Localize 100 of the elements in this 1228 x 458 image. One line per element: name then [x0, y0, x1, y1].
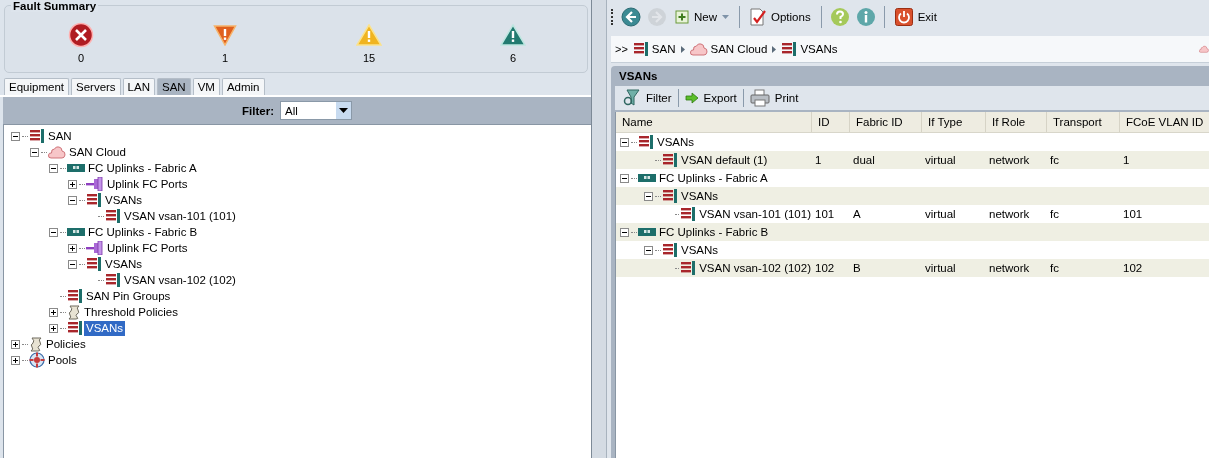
tree-item[interactable]: SAN Pin Groups: [84, 288, 173, 304]
caret-icon: [680, 45, 685, 53]
column-header[interactable]: ID: [811, 112, 849, 132]
fault-count: 0: [77, 52, 85, 64]
scroll-icon: [29, 336, 43, 352]
major-fault-icon[interactable]: [213, 22, 237, 48]
tree-item[interactable]: SAN Cloud: [67, 144, 128, 160]
expand-toggle[interactable]: [11, 355, 20, 365]
table-cell-text: network: [988, 154, 1031, 166]
arrow-right-icon: [684, 92, 699, 104]
card-icon: [638, 173, 656, 183]
breadcrumb-link[interactable]: SAN: [632, 42, 676, 56]
column-header[interactable]: Transport: [1046, 112, 1119, 132]
table-cell-text: VSANs: [680, 190, 719, 202]
tree-item[interactable]: Pools: [46, 352, 79, 368]
column-header[interactable]: Fabric ID: [849, 112, 921, 132]
table-cell-text: VSAN default (1): [680, 154, 768, 166]
bars-icon: [67, 321, 83, 335]
table-cell-text: 102: [814, 262, 836, 274]
collapse-toggle[interactable]: [644, 191, 653, 201]
table-cell-text: B: [852, 262, 862, 274]
bars-icon: [781, 42, 798, 56]
table-cell-text: 1: [1122, 154, 1131, 166]
expand-toggle[interactable]: [49, 323, 58, 333]
tab[interactable]: Servers: [71, 78, 121, 95]
table-cell-text: FC Uplinks - Fabric B: [658, 226, 769, 238]
scroll-icon: [67, 304, 81, 320]
bars-icon: [680, 207, 697, 221]
info-icon[interactable]: [855, 7, 876, 27]
tab[interactable]: SAN: [157, 78, 191, 95]
tree-item[interactable]: Threshold Policies: [82, 304, 180, 320]
collapse-toggle[interactable]: [68, 195, 77, 205]
column-header[interactable]: Name: [616, 112, 811, 132]
collapse-toggle[interactable]: [620, 173, 629, 183]
column-header[interactable]: If Role: [985, 112, 1046, 132]
breadcrumb-prefix[interactable]: >>: [615, 43, 628, 55]
tab[interactable]: Equipment: [4, 78, 69, 95]
printer-icon: [749, 89, 770, 107]
card-icon: [67, 227, 85, 237]
collapse-toggle[interactable]: [68, 259, 77, 269]
collapse-toggle[interactable]: [620, 227, 629, 237]
collapse-toggle[interactable]: [11, 131, 20, 141]
tree-item[interactable]: VSANs: [103, 192, 145, 208]
collapse-toggle[interactable]: [644, 245, 653, 255]
tree-item[interactable]: Policies: [44, 336, 88, 352]
column-header[interactable]: If Type: [921, 112, 985, 132]
tree-item[interactable]: Uplink FC Ports: [105, 240, 190, 256]
bars-icon: [680, 261, 697, 275]
table-cell-text: fc: [1049, 208, 1060, 220]
toolbar-button[interactable]: Exit: [892, 8, 939, 26]
panel-title: Fault Summary: [11, 0, 99, 12]
tree-item[interactable]: VSAN vsan-101 (101): [122, 208, 238, 224]
action-button[interactable]: Print: [747, 89, 801, 107]
toolbar-grip[interactable]: [611, 9, 615, 25]
warning-fault-icon[interactable]: [500, 22, 526, 48]
table-cell-text: virtual: [924, 208, 957, 220]
caret-icon: [722, 15, 729, 19]
expand-toggle[interactable]: [11, 339, 20, 349]
bars-icon: [29, 129, 45, 143]
table-cell-text: virtual: [924, 262, 957, 274]
bars-icon: [662, 153, 678, 167]
bars-icon: [67, 289, 83, 303]
breadcrumb-link[interactable]: VSANs: [781, 42, 838, 56]
table-cell-text: 102: [1122, 262, 1144, 274]
collapse-toggle[interactable]: [49, 227, 58, 237]
collapse-toggle[interactable]: [620, 137, 629, 147]
table-cell-text: 101: [1122, 208, 1144, 220]
tree-item[interactable]: VSANs: [84, 320, 126, 336]
tab[interactable]: Admin: [221, 78, 265, 95]
expand-toggle[interactable]: [49, 307, 58, 317]
bars-icon: [662, 243, 678, 257]
critical-fault-icon[interactable]: [68, 22, 94, 48]
tree-item[interactable]: FC Uplinks - Fabric B: [86, 224, 200, 240]
plug-icon: [86, 241, 104, 255]
tree-item[interactable]: VSAN vsan-102 (102): [122, 272, 238, 288]
card-icon: [67, 163, 85, 173]
collapse-toggle[interactable]: [49, 163, 58, 173]
collapse-toggle[interactable]: [30, 147, 39, 157]
expand-toggle[interactable]: [68, 179, 77, 189]
table-cell-text: network: [988, 208, 1031, 220]
tab[interactable]: VM: [192, 78, 220, 95]
table-cell-text: 1: [814, 154, 823, 166]
action-button[interactable]: Export: [682, 92, 739, 104]
table-cell-text: virtual: [924, 154, 957, 166]
action-button[interactable]: Filter: [621, 89, 674, 107]
splitter-handle[interactable]: [592, 0, 607, 458]
tab[interactable]: LAN: [122, 78, 155, 95]
filter-dropdown[interactable]: All: [279, 101, 352, 120]
card-icon: [638, 227, 656, 237]
toolbar-button[interactable]: New: [673, 10, 731, 24]
tree-item[interactable]: Uplink FC Ports: [105, 176, 190, 192]
table-cell-text: fc: [1049, 154, 1060, 166]
table-cell-text: FC Uplinks - Fabric A: [658, 172, 768, 184]
toolbar-button[interactable]: Options: [748, 8, 813, 26]
breadcrumb-link[interactable]: SAN Cloud: [689, 42, 768, 56]
table-cell-text: fc: [1049, 262, 1060, 274]
tree-item[interactable]: SAN: [46, 128, 74, 144]
expand-toggle[interactable]: [68, 243, 77, 253]
tree-item[interactable]: VSANs: [103, 256, 145, 272]
tree-item[interactable]: FC Uplinks - Fabric A: [86, 160, 199, 176]
